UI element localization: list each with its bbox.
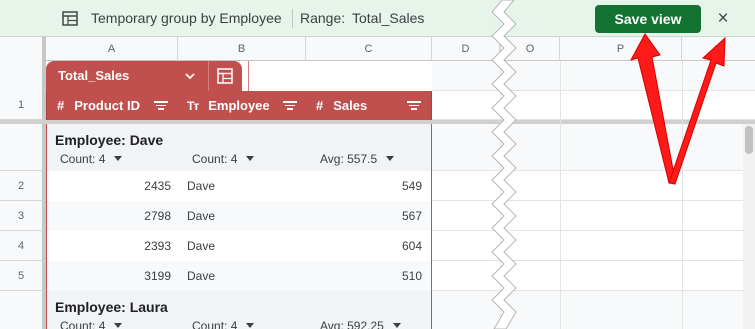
cell-sales[interactable]: 510 <box>402 269 422 283</box>
zigzag-cut-marker <box>491 0 517 329</box>
number-type-icon: # <box>57 98 65 113</box>
table-group-icon <box>62 11 78 26</box>
row-header-5[interactable]: 5 <box>0 261 46 291</box>
divider <box>292 9 293 28</box>
group-header[interactable]: Employee: Laura Count: 4 Count: 4 Avg: 5… <box>47 291 431 329</box>
temporary-view-bar: Temporary group by Employee Range: Total… <box>0 0 755 37</box>
column-header-b[interactable]: B <box>178 37 306 61</box>
close-icon[interactable]: × <box>715 9 731 29</box>
table-row[interactable]: 2798 Dave 567 <box>47 201 431 231</box>
caret-down-icon <box>246 323 255 328</box>
text-type-icon: Tт <box>187 99 199 113</box>
column-header-a[interactable]: A <box>46 37 178 61</box>
table-view-icon[interactable] <box>217 68 233 84</box>
aggregate-dropdown[interactable]: Count: 4 <box>192 319 255 329</box>
row-header-2[interactable]: 2 <box>0 171 46 201</box>
cell-sales[interactable]: 604 <box>402 239 422 253</box>
table-body: Employee: Dave Count: 4 Count: 4 Avg: 55… <box>46 124 432 329</box>
table-row[interactable]: 3199 Dave 510 <box>47 261 431 291</box>
table-name-tab[interactable]: Total_Sales <box>46 61 266 91</box>
table-row[interactable]: 2393 Dave 604 <box>47 231 431 261</box>
column-header-q[interactable]: Q <box>682 37 755 61</box>
aggregate-dropdown[interactable]: Count: 4 <box>60 152 123 166</box>
header-label: Employee <box>208 98 270 113</box>
filter-icon[interactable] <box>154 101 168 111</box>
column-header-row: A B C D O P Q <box>0 37 755 61</box>
group-header[interactable]: Employee: Dave Count: 4 Count: 4 Avg: 55… <box>47 124 431 171</box>
caret-down-icon <box>392 323 401 328</box>
caret-down-icon <box>114 156 123 161</box>
caret-down-icon <box>386 156 395 161</box>
cell-employee[interactable]: Dave <box>187 239 215 253</box>
chevron-down-icon[interactable] <box>184 70 196 82</box>
row-header-1[interactable]: 1 <box>0 91 46 120</box>
number-type-icon: # <box>316 98 324 113</box>
table-row[interactable]: 2435 Dave 549 <box>47 171 431 201</box>
caret-down-icon <box>114 323 123 328</box>
row-header-3[interactable]: 3 <box>0 201 46 231</box>
divider <box>208 61 209 91</box>
scrollbar-thumb[interactable] <box>745 126 753 154</box>
cell-product-id[interactable]: 2798 <box>47 209 171 223</box>
table-name: Total_Sales <box>58 68 130 83</box>
filter-icon[interactable] <box>283 101 297 111</box>
range-label: Range: <box>300 10 346 26</box>
select-all-corner[interactable] <box>0 37 46 61</box>
group-description: Temporary group by Employee <box>91 10 282 26</box>
save-view-button[interactable]: Save view <box>595 5 701 33</box>
row-header-group <box>0 124 46 171</box>
row-header-4[interactable]: 4 <box>0 231 46 261</box>
cell-product-id[interactable]: 2435 <box>47 179 171 193</box>
cell-employee[interactable]: Dave <box>187 209 215 223</box>
cell-employee[interactable]: Dave <box>187 269 215 283</box>
column-header-p[interactable]: P <box>560 37 682 61</box>
caret-down-icon <box>246 156 255 161</box>
lightning-bolt-icon[interactable] <box>253 67 267 85</box>
cell-employee[interactable]: Dave <box>187 179 215 193</box>
cell-product-id[interactable]: 2393 <box>47 239 171 253</box>
column-sales-header[interactable]: # Sales <box>316 91 367 120</box>
cell-product-id[interactable]: 3199 <box>47 269 171 283</box>
column-header-c[interactable]: C <box>306 37 432 61</box>
vertical-scrollbar[interactable] <box>743 124 755 329</box>
row-header-blank <box>0 61 46 91</box>
aggregate-dropdown[interactable]: Avg: 592.25 <box>320 319 401 329</box>
header-label: Sales <box>333 98 368 113</box>
range-value: Total_Sales <box>352 10 425 26</box>
cell-sales[interactable]: 549 <box>402 179 422 193</box>
row-header-group <box>0 291 46 329</box>
aggregate-dropdown[interactable]: Avg: 557.5 <box>320 152 395 166</box>
column-employee-header[interactable]: Tт Employee <box>187 91 270 120</box>
divider <box>248 61 249 91</box>
table-header-row: # Product ID Tт Employee # Sales <box>46 91 432 120</box>
column-product-id-header[interactable]: # Product ID <box>57 91 140 120</box>
cell-sales[interactable]: 567 <box>402 209 422 223</box>
aggregate-dropdown[interactable]: Count: 4 <box>192 152 255 166</box>
group-title: Employee: Dave <box>55 132 164 148</box>
grid-line <box>560 61 561 329</box>
grid-line <box>682 61 683 329</box>
group-title: Employee: Laura <box>55 299 168 315</box>
filter-icon[interactable] <box>407 101 421 111</box>
aggregate-dropdown[interactable]: Count: 4 <box>60 319 123 329</box>
header-label: Product ID <box>74 98 140 113</box>
